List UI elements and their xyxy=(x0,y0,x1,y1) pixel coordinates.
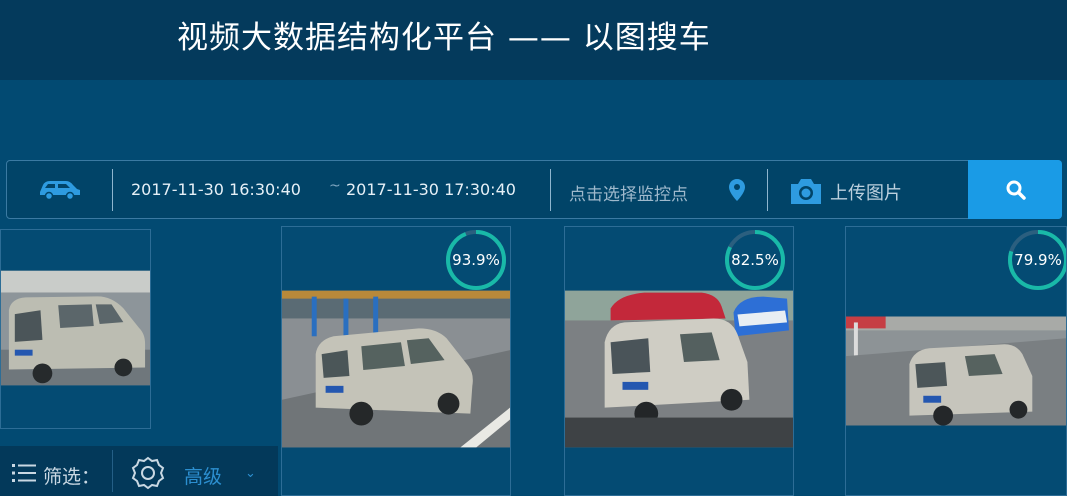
end-time-field[interactable]: 2017-11-30 17:30:40 xyxy=(346,180,516,199)
search-button[interactable] xyxy=(968,160,1062,219)
app-header: 视频大数据结构化平台 —— 以图搜车 xyxy=(0,0,1067,80)
search-icon xyxy=(1006,180,1026,200)
time-range-separator: ~ xyxy=(329,178,341,194)
page-title: 视频大数据结构化平台 —— 以图搜车 xyxy=(177,20,711,56)
divider xyxy=(112,169,113,211)
filter-bar: 筛选： 高级 ⌄ xyxy=(0,446,278,496)
advanced-filter-toggle[interactable]: 高级 xyxy=(184,462,222,489)
divider xyxy=(550,169,551,211)
result-card[interactable]: 82.5% xyxy=(564,226,794,496)
map-pin-icon[interactable] xyxy=(728,178,746,206)
car-icon[interactable] xyxy=(37,176,83,206)
camera-icon[interactable] xyxy=(789,177,823,209)
result-card[interactable]: 79.9% xyxy=(845,226,1067,496)
divider xyxy=(767,169,768,211)
match-score-label: 82.5% xyxy=(731,251,779,269)
search-bar: 2017-11-30 16:30:40 ~ 2017-11-30 17:30:4… xyxy=(6,160,1062,219)
settings-gear-icon[interactable] xyxy=(131,456,165,494)
chevron-down-icon[interactable]: ⌄ xyxy=(245,466,256,481)
match-score-label: 93.9% xyxy=(452,251,500,269)
upload-image-button[interactable]: 上传图片 xyxy=(830,179,902,205)
filter-label: 筛选： xyxy=(43,466,101,488)
list-icon[interactable] xyxy=(12,463,36,487)
query-image-card[interactable] xyxy=(0,229,151,429)
match-score-label: 79.9% xyxy=(1014,251,1062,269)
location-picker[interactable]: 点击选择监控点 xyxy=(569,180,688,205)
result-card[interactable]: 93.9% xyxy=(281,226,511,496)
divider xyxy=(112,450,113,492)
start-time-field[interactable]: 2017-11-30 16:30:40 xyxy=(131,180,301,199)
